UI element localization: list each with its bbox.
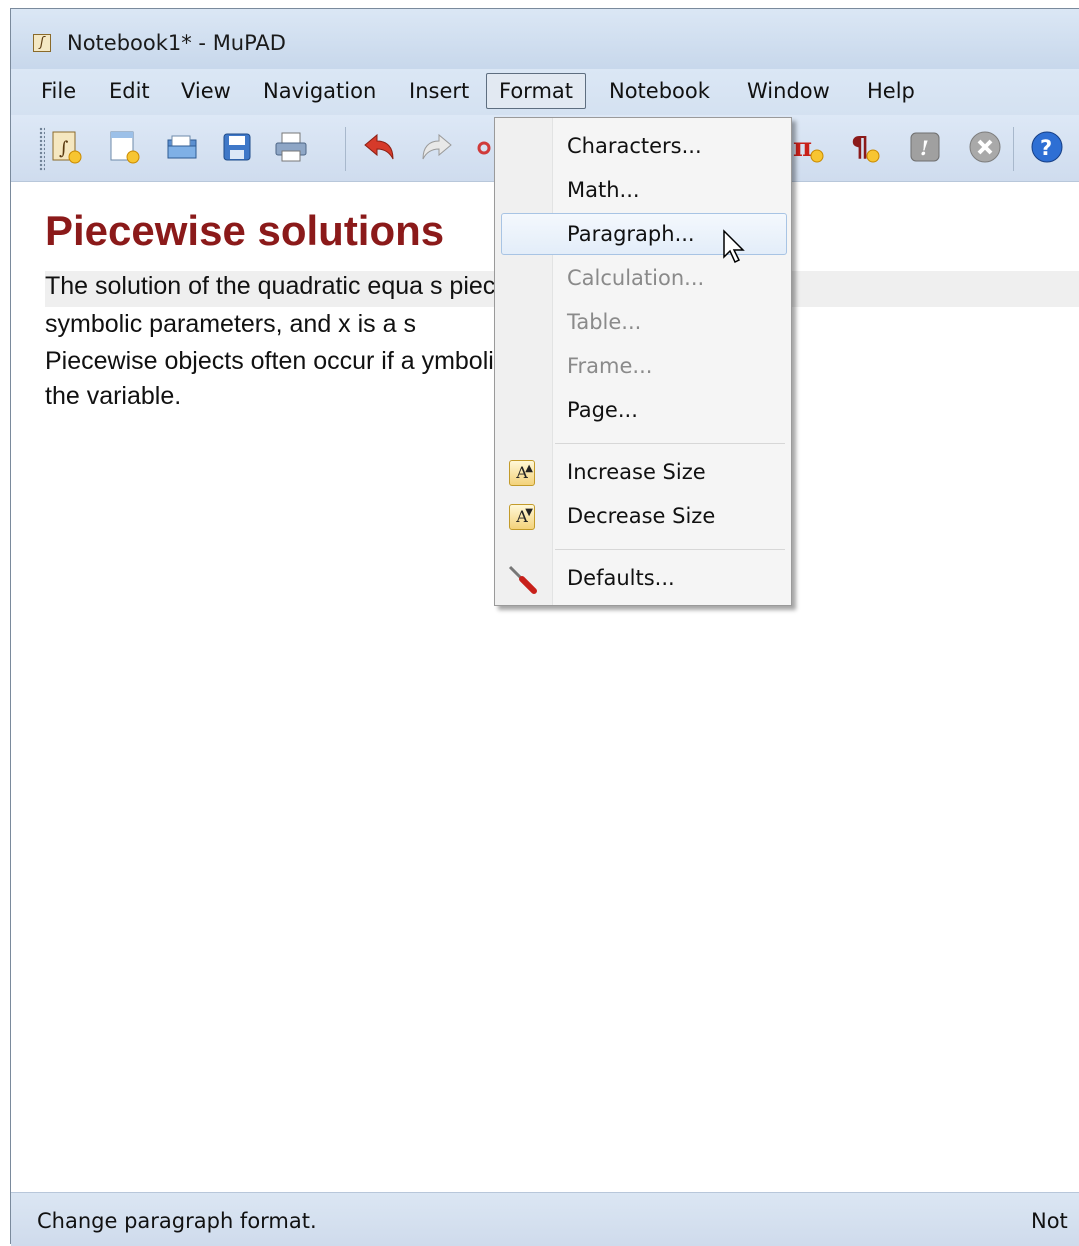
menu-item-decrease-size[interactable]: Decrease Size	[567, 504, 715, 528]
menu-item-math[interactable]: Math...	[567, 178, 640, 202]
mupad-window: ʃ Notebook1* - MuPAD File Edit View Navi…	[10, 8, 1079, 1246]
stop-icon[interactable]	[967, 129, 1003, 165]
menu-window[interactable]: Window	[735, 73, 842, 109]
paragraph-1-line-2[interactable]: symbolic parameters, and x is a s	[45, 308, 416, 340]
paragraph-2-line-2[interactable]: the variable.	[45, 381, 181, 411]
screwdriver-icon	[507, 564, 537, 594]
svg-text:π: π	[793, 133, 812, 163]
status-right-text: Not	[1031, 1209, 1068, 1233]
menu-view[interactable]: View	[169, 73, 243, 109]
document-heading[interactable]: Piecewise solutions	[45, 207, 444, 255]
print-icon[interactable]	[273, 129, 309, 165]
menu-insert[interactable]: Insert	[397, 73, 481, 109]
menu-navigation[interactable]: Navigation	[251, 73, 388, 109]
window-title: Notebook1* - MuPAD	[67, 31, 286, 55]
new-document-icon[interactable]	[107, 129, 143, 165]
toolbar-grip[interactable]	[39, 127, 45, 171]
menu-edit[interactable]: Edit	[97, 73, 162, 109]
toolbar-separator	[1013, 127, 1014, 171]
evaluate-icon[interactable]: !	[907, 129, 943, 165]
svg-text:¶: ¶	[851, 130, 869, 163]
status-message: Change paragraph format.	[37, 1209, 317, 1233]
menu-item-increase-size[interactable]: Increase Size	[567, 460, 706, 484]
mouse-pointer-icon	[722, 229, 748, 269]
menu-item-table[interactable]: Table...	[567, 310, 641, 334]
menu-item-page[interactable]: Page...	[567, 398, 638, 422]
open-icon[interactable]	[165, 129, 201, 165]
menu-separator	[555, 549, 785, 550]
save-icon[interactable]	[219, 129, 255, 165]
format-menu-dropdown: Characters... Math... Paragraph... Calcu…	[494, 117, 792, 606]
menu-separator	[555, 443, 785, 444]
menu-format[interactable]: Format	[486, 73, 587, 109]
menu-item-paragraph[interactable]: Paragraph...	[567, 222, 695, 246]
menu-notebook[interactable]: Notebook	[597, 73, 722, 109]
insert-paragraph-icon[interactable]: ¶	[849, 129, 885, 165]
help-icon[interactable]: ?	[1029, 129, 1065, 165]
menu-item-defaults[interactable]: Defaults...	[567, 566, 675, 590]
new-notebook-icon[interactable]: ∫	[49, 129, 85, 165]
decrease-size-icon: A ▼	[507, 502, 537, 532]
svg-text:!: !	[920, 136, 929, 160]
menu-item-calculation[interactable]: Calculation...	[567, 266, 704, 290]
increase-size-icon: A ▲	[507, 458, 537, 488]
toolbar-separator	[345, 127, 346, 171]
menu-item-characters[interactable]: Characters...	[567, 134, 702, 158]
menu-file[interactable]: File	[29, 73, 88, 109]
menu-help[interactable]: Help	[855, 73, 927, 109]
menu-item-frame[interactable]: Frame...	[567, 354, 652, 378]
svg-text:?: ?	[1040, 136, 1052, 160]
undo-icon[interactable]	[361, 129, 397, 165]
mupad-app-icon: ʃ	[33, 34, 51, 52]
insert-math-icon[interactable]: π	[791, 129, 827, 165]
redo-icon[interactable]	[419, 129, 455, 165]
svg-text:∫: ∫	[59, 138, 69, 159]
